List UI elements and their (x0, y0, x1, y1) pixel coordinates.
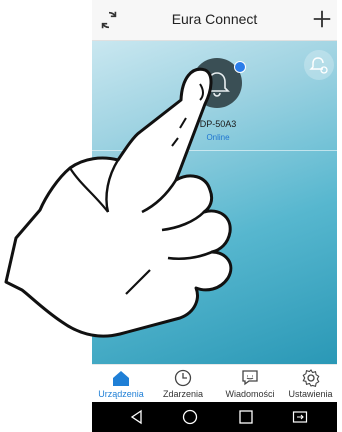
bottom-navigation: Urządzenia Zdarzenia Wiadomości Ustawien… (92, 364, 337, 403)
plus-icon[interactable] (311, 8, 333, 30)
device-name: DP-50A3 (199, 119, 237, 129)
tab-urzadzenia[interactable]: Urządzenia (92, 365, 150, 403)
back-icon[interactable] (129, 409, 145, 425)
tab-label: Urządzenia (98, 389, 144, 399)
tab-wiadomosci[interactable]: Wiadomości (220, 365, 280, 403)
home-icon (113, 371, 129, 386)
alarm-settings-button[interactable] (304, 50, 334, 80)
recents-icon[interactable] (238, 409, 254, 425)
page-title: Eura Connect (171, 11, 258, 27)
bell-settings-icon (309, 57, 328, 74)
system-navigation-bar (92, 402, 337, 432)
tab-label: Wiadomości (225, 389, 275, 399)
gear-icon (301, 369, 319, 387)
app-header: Eura Connect (92, 0, 337, 41)
device-tile[interactable] (192, 58, 246, 108)
tab-label: Zdarzenia (162, 389, 204, 399)
device-status: Online (206, 133, 230, 142)
app-screen: Eura Connect DP-50A3 Online Urządzenia Z… (92, 0, 337, 432)
message-icon (242, 370, 258, 386)
tab-ustawienia[interactable]: Ustawienia (284, 365, 337, 403)
tab-zdarzenia[interactable]: Zdarzenia (154, 365, 212, 403)
tab-label: Ustawienia (288, 389, 333, 399)
clock-icon (174, 369, 192, 387)
screen-mirror-icon[interactable] (292, 409, 308, 425)
divider (92, 150, 337, 151)
home-circle-icon[interactable] (182, 409, 198, 425)
notification-dot (234, 61, 246, 73)
device-panel: DP-50A3 Online (92, 41, 337, 364)
